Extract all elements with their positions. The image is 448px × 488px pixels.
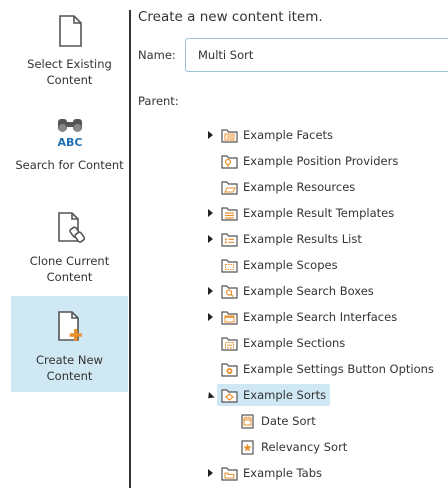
sidebar-divider (129, 10, 131, 488)
sorts-folder-icon (221, 388, 238, 403)
tree-node-label: Example Scopes (243, 258, 338, 272)
tree-node-label: Example Facets (243, 128, 334, 142)
tree-node-date-sort[interactable]: Date Sort (237, 410, 320, 432)
tree-node-label: Example Position Providers (243, 154, 399, 168)
interface-folder-icon (221, 310, 238, 325)
search-box-folder-icon (221, 284, 238, 299)
tree-node-relevancy-sort[interactable]: Relevancy Sort (237, 436, 351, 458)
position-folder-icon (221, 154, 238, 169)
tree-node-label: Example Sections (243, 336, 346, 350)
tree-node-example-result-templates[interactable]: Example Result Templates (219, 202, 398, 224)
tree-node-example-scopes[interactable]: Example Scopes (219, 254, 342, 276)
collapse-toggle[interactable] (205, 384, 215, 406)
svg-text:ABC: ABC (57, 136, 82, 149)
sidebar-item-label: Select Existing Content (27, 57, 112, 87)
tree-node-example-search-interfaces[interactable]: Example Search Interfaces (219, 306, 401, 328)
tree-node-label: Relevancy Sort (261, 440, 348, 454)
document-icon (53, 14, 87, 48)
tree-node-label: Date Sort (261, 414, 316, 428)
sidebar-item-create-new[interactable]: Create New Content (11, 296, 128, 392)
tree-node-example-position-providers[interactable]: Example Position Providers (219, 150, 402, 172)
expand-toggle[interactable] (205, 462, 215, 484)
tabs-folder-icon (221, 466, 238, 481)
resources-folder-icon (221, 180, 238, 195)
facets-folder-icon (221, 128, 238, 143)
sidebar-item-search-content[interactable]: ABC Search for Content (11, 101, 128, 197)
sidebar: Select Existing Content ABC Search for C… (0, 0, 131, 488)
create-content-panel: Create a new content item. Name: Parent:… (138, 0, 448, 488)
tree-node-label: Example Tabs (243, 466, 323, 480)
tree-node-example-search-boxes[interactable]: Example Search Boxes (219, 280, 378, 302)
expand-toggle[interactable] (205, 228, 215, 250)
tree-node-example-sections[interactable]: Example Sections (219, 332, 349, 354)
expand-toggle[interactable] (205, 306, 215, 328)
settings-folder-icon (221, 362, 238, 377)
tree-node-label: Example Settings Button Options (243, 362, 434, 376)
binoculars-abc-icon: ABC (53, 115, 87, 149)
page-title: Create a new content item. (138, 9, 323, 25)
templates-folder-icon (221, 206, 238, 221)
tree-node-label: Example Results List (243, 232, 362, 246)
tree-node-example-results-list[interactable]: Example Results List (219, 228, 366, 250)
tree-node-example-settings-button-options[interactable]: Example Settings Button Options (219, 358, 438, 380)
expand-toggle[interactable] (205, 202, 215, 224)
name-input[interactable] (185, 38, 448, 72)
expand-toggle[interactable] (205, 124, 215, 146)
relevancy-sort-icon (239, 439, 256, 455)
new-document-icon (53, 310, 87, 344)
sections-folder-icon (221, 336, 238, 351)
tree-node-example-sorts[interactable]: Example Sorts (217, 384, 331, 406)
name-label: Name: (138, 48, 176, 62)
sidebar-item-label: Clone Current Content (29, 254, 110, 284)
tree-node-label: Example Search Boxes (243, 284, 374, 298)
tree-node-label: Example Sorts (243, 388, 327, 402)
clone-document-icon (53, 211, 87, 245)
sidebar-item-select-existing[interactable]: Select Existing Content (11, 0, 128, 96)
date-sort-icon (239, 413, 256, 429)
results-list-folder-icon (221, 232, 238, 247)
sidebar-item-clone-current[interactable]: Clone Current Content (11, 197, 128, 293)
scopes-folder-icon (221, 258, 238, 273)
parent-label: Parent: (138, 94, 179, 108)
tree-node-label: Example Search Interfaces (243, 310, 398, 324)
sidebar-item-label: Search for Content (15, 158, 124, 172)
tree-node-label: Example Resources (243, 180, 356, 194)
sidebar-item-label: Create New Content (36, 353, 103, 383)
tree-node-example-tabs[interactable]: Example Tabs (219, 462, 326, 484)
tree-node-label: Example Result Templates (243, 206, 395, 220)
tree-node-example-facets[interactable]: Example Facets (219, 124, 337, 146)
expand-toggle[interactable] (205, 280, 215, 302)
tree-node-example-resources[interactable]: Example Resources (219, 176, 359, 198)
